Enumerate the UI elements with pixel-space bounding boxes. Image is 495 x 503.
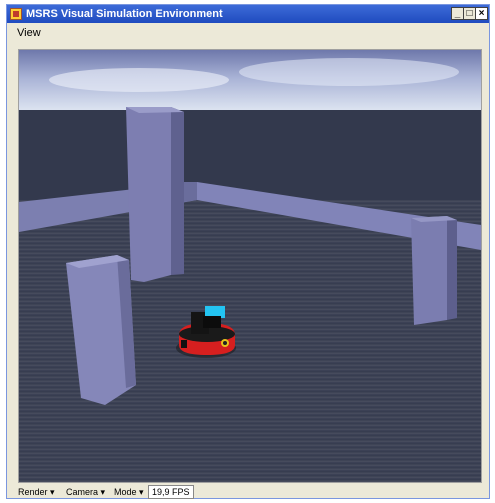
- camera-label: Camera: [66, 487, 99, 497]
- menu-view[interactable]: View: [17, 23, 41, 43]
- camera-menu[interactable]: Camera ▾: [66, 485, 105, 499]
- cloud: [239, 58, 459, 86]
- title-bar[interactable]: MSRS Visual Simulation Environment _ □ ×: [7, 5, 489, 23]
- chevron-down-icon: ▾: [50, 487, 55, 497]
- app-window: MSRS Visual Simulation Environment _ □ ×…: [6, 4, 490, 499]
- pillar-center-side: [171, 107, 184, 275]
- mode-menu[interactable]: Mode ▾: [114, 485, 144, 499]
- scene-render: [19, 50, 481, 482]
- wall-corner: [184, 182, 197, 202]
- simulation-viewport[interactable]: [18, 49, 482, 483]
- chevron-down-icon: ▾: [139, 487, 144, 497]
- window-title: MSRS Visual Simulation Environment: [26, 8, 223, 20]
- app-icon: [10, 8, 22, 20]
- fps-readout: 19,9 FPS: [148, 485, 194, 499]
- chevron-down-icon: ▾: [100, 487, 106, 497]
- mode-label: Mode: [114, 487, 137, 497]
- render-menu[interactable]: Render ▾: [18, 485, 55, 499]
- cloud: [49, 68, 229, 92]
- menu-bar: View: [7, 23, 489, 43]
- render-label: Render: [18, 487, 48, 497]
- status-bar: Render ▾ Camera ▾ Mode ▾ 19,9 FPS: [18, 485, 482, 499]
- close-button[interactable]: ×: [475, 7, 488, 20]
- pillar-right-side: [447, 216, 457, 320]
- pillar-right: [411, 216, 447, 325]
- pillar-center: [126, 107, 171, 282]
